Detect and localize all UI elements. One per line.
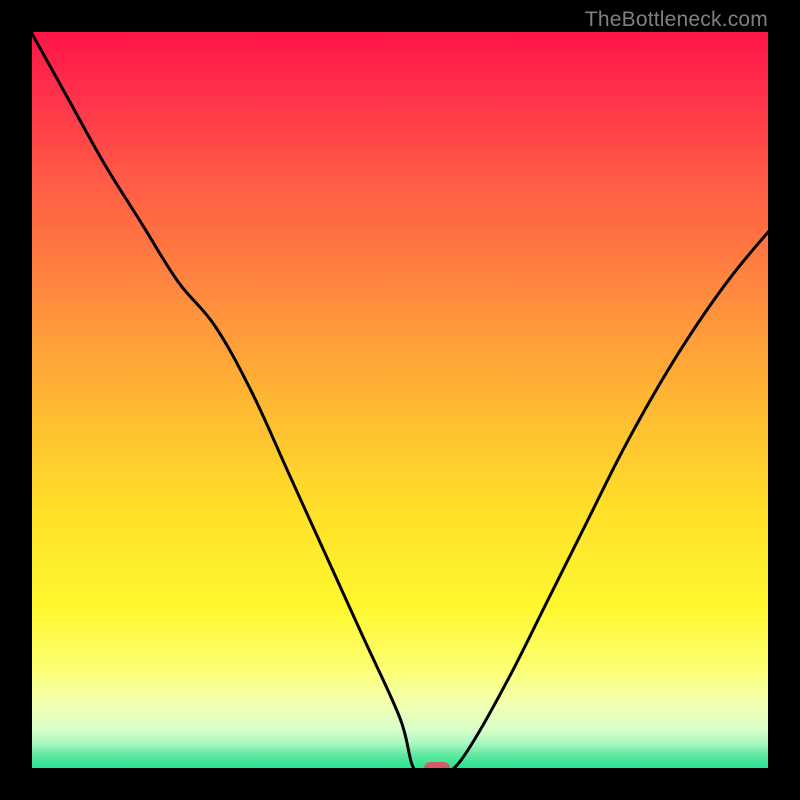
watermark-text: TheBottleneck.com (585, 8, 768, 32)
optimum-marker (424, 762, 450, 771)
chart-frame: TheBottleneck.com (0, 0, 800, 800)
plot-area (30, 30, 770, 770)
bottleneck-curve (30, 30, 770, 770)
